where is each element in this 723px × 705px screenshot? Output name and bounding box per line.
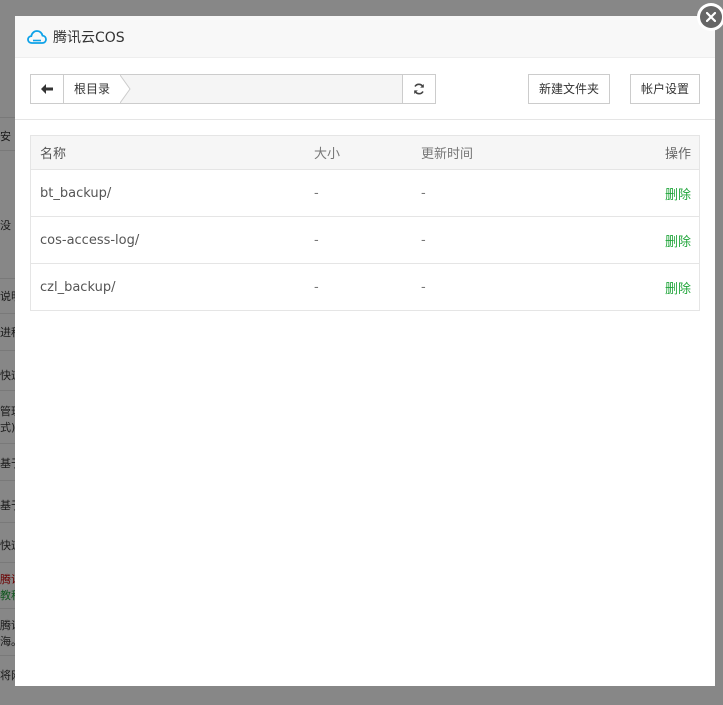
header-updated: 更新时间 [421, 147, 474, 162]
delete-link[interactable]: 删除 [665, 235, 691, 250]
dialog-header: 腾讯云COS [15, 16, 715, 58]
dialog-title: 腾讯云COS [53, 29, 125, 46]
folder-name[interactable]: bt_backup/ [31, 186, 314, 201]
account-settings-button[interactable]: 帐户设置 [630, 74, 700, 104]
folder-updated: - [421, 279, 426, 295]
table-row: czl_backup/ - - 删除 [31, 264, 699, 311]
header-name: 名称 [40, 147, 67, 162]
cos-dialog: 腾讯云COS 根目录 新建文件夹 帐户设置 名称 大小 更新时间 操作 bt_b… [15, 16, 715, 686]
path-navigator: 根目录 [30, 74, 436, 104]
close-icon [706, 12, 716, 22]
table-row: bt_backup/ - - 删除 [31, 170, 699, 217]
cloud-icon [27, 29, 47, 44]
folder-updated: - [421, 232, 426, 248]
folder-updated: - [421, 185, 426, 201]
header-actions: 操作 [664, 147, 691, 162]
breadcrumb-root[interactable]: 根目录 [64, 75, 121, 103]
folder-size: - [314, 185, 319, 201]
header-size: 大小 [314, 147, 341, 162]
new-folder-button[interactable]: 新建文件夹 [528, 74, 610, 104]
toolbar: 根目录 新建文件夹 帐户设置 [15, 58, 715, 120]
table-header: 名称 大小 更新时间 操作 [31, 136, 699, 170]
file-table: 名称 大小 更新时间 操作 bt_backup/ - - 删除 cos-acce… [30, 135, 700, 311]
back-button[interactable] [31, 75, 64, 103]
arrow-left-icon [41, 84, 53, 94]
delete-link[interactable]: 删除 [665, 282, 691, 297]
refresh-icon [414, 83, 424, 95]
folder-size: - [314, 232, 319, 248]
delete-link[interactable]: 删除 [665, 188, 691, 203]
folder-size: - [314, 279, 319, 295]
refresh-button[interactable] [402, 75, 435, 103]
path-area[interactable] [132, 75, 402, 103]
folder-name[interactable]: cos-access-log/ [31, 233, 314, 248]
table-row: cos-access-log/ - - 删除 [31, 217, 699, 264]
breadcrumb-separator [120, 75, 131, 103]
close-button[interactable] [697, 3, 723, 31]
folder-name[interactable]: czl_backup/ [31, 280, 314, 295]
